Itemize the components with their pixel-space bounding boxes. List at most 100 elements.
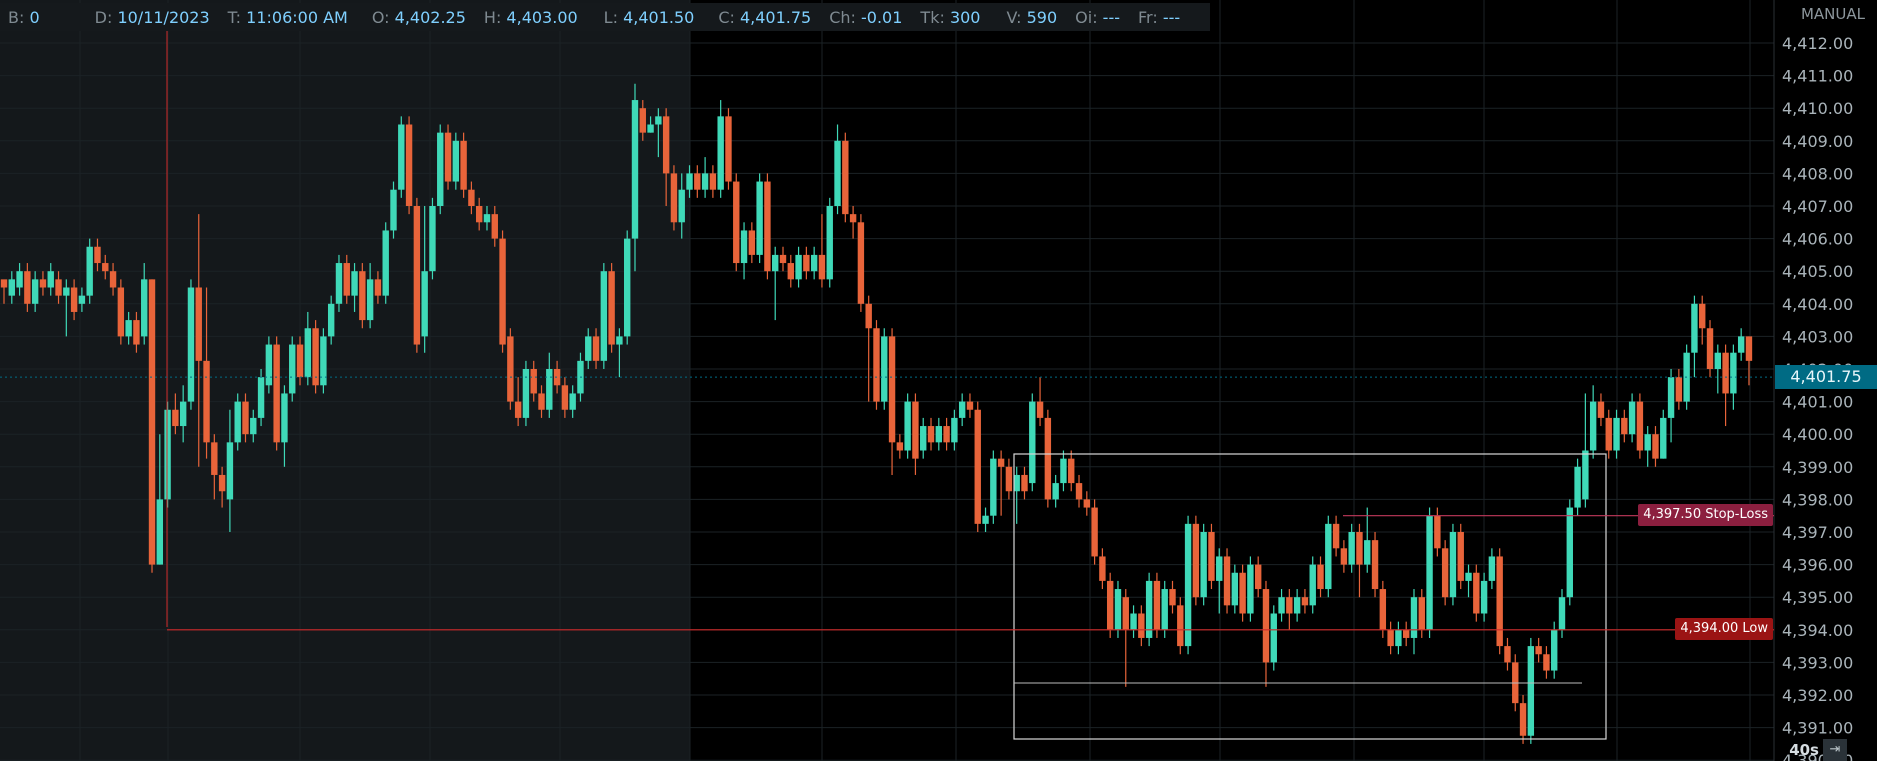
candle-bearish	[803, 246, 810, 280]
candle-bullish	[1052, 474, 1059, 508]
candle-bearish	[748, 222, 756, 264]
mode-label[interactable]: MANUAL	[1801, 5, 1865, 23]
candle-bullish	[810, 246, 818, 280]
candle-bullish	[701, 157, 709, 198]
price-axis-label: 4,393.00	[1782, 653, 1853, 672]
info-field: Tk: 300	[920, 8, 980, 27]
candle-bullish	[1184, 515, 1192, 655]
info-field: Oi: ---	[1075, 8, 1120, 27]
candle-bearish	[1621, 409, 1628, 443]
candlestick-chart[interactable]: 4,412.00 4,411.00 4,410.00 4,409.00 4,408.00…	[0, 0, 1877, 761]
price-axis-label: 4,394.00	[1782, 621, 1853, 640]
info-field-value: 11:06:00 AM	[246, 7, 348, 27]
candle-bearish	[1371, 532, 1379, 598]
candle-bullish	[1667, 369, 1675, 443]
candle-bearish	[670, 165, 678, 231]
candle-bearish	[312, 320, 319, 394]
candle-bearish	[1403, 621, 1410, 647]
candle-bullish	[982, 507, 989, 532]
candle-bearish	[1605, 409, 1612, 459]
info-field-value: 4,403.00	[506, 7, 578, 27]
candle-bearish	[413, 197, 421, 353]
price-axis-label: 4,403.00	[1782, 327, 1853, 346]
candle-bullish	[1060, 450, 1067, 492]
candle-bearish	[1597, 393, 1605, 427]
price-axis-label: 4,401.00	[1782, 393, 1853, 412]
candle-bearish	[1519, 695, 1527, 744]
candle-bearish	[359, 263, 366, 329]
info-field-label: T:	[227, 7, 247, 27]
candle-bearish	[460, 132, 467, 198]
price-axis-label: 4,391.00	[1782, 719, 1853, 738]
price-axis-label: 4,395.00	[1782, 588, 1853, 607]
candle-bearish	[943, 417, 950, 451]
candle-bearish	[507, 328, 514, 410]
price-axis-label: 4,412.00	[1782, 34, 1853, 53]
candle-bearish	[912, 393, 919, 475]
candle-bullish	[717, 100, 724, 198]
candle-bullish	[1145, 572, 1153, 647]
info-field: C: 4,401.75	[718, 8, 811, 27]
candle-bullish	[958, 393, 966, 427]
info-field-value: 4,402.25	[394, 7, 466, 27]
info-field: V: 590	[1006, 8, 1057, 27]
candle-bullish	[86, 238, 93, 304]
candle-bullish	[1130, 605, 1137, 638]
candle-bullish	[1613, 409, 1620, 459]
candle-bullish	[951, 409, 958, 451]
candle-bearish	[273, 336, 280, 451]
info-field-value: 0	[29, 7, 40, 27]
price-axis-label: 4,405.00	[1782, 262, 1853, 281]
candle-bullish	[990, 450, 997, 524]
candle-bearish	[1675, 369, 1683, 410]
candle-bearish	[1254, 556, 1262, 598]
price-axis-label: 4,404.00	[1782, 295, 1853, 314]
chart-area[interactable]: 4,412.00 4,411.00 4,410.00 4,409.00 4,408.00…	[0, 0, 1877, 761]
candle-bullish	[772, 246, 779, 321]
stop-loss-order-label[interactable]: 4,397.50 Stop-Loss	[1638, 503, 1773, 526]
candle-bullish	[1029, 393, 1036, 492]
info-field-value: -0.01	[861, 7, 903, 27]
candle-bearish	[966, 393, 974, 418]
candle-bearish	[1169, 580, 1176, 614]
candle-bullish	[1589, 385, 1597, 459]
candle-bearish	[888, 328, 896, 475]
candle-bearish	[1138, 605, 1145, 647]
price-axis-label: 4,408.00	[1782, 164, 1853, 183]
candle-bullish	[1200, 523, 1207, 606]
info-field-label: Oi:	[1075, 7, 1103, 27]
candle-bearish	[1706, 320, 1714, 378]
price-axis-label: 4,392.00	[1782, 686, 1853, 705]
candle-bearish	[787, 254, 794, 288]
candle-bearish	[1153, 572, 1161, 638]
info-field: B: 0	[8, 8, 40, 27]
info-field: H: 4,403.00	[484, 8, 578, 27]
candle-bearish	[1177, 597, 1184, 655]
candle-bullish	[1465, 564, 1472, 598]
candle-bearish	[857, 214, 865, 312]
price-axis-label: 4,400.00	[1782, 425, 1853, 444]
low-price-label[interactable]: 4,394.00 Low	[1675, 617, 1773, 640]
candle-bullish	[1247, 556, 1254, 622]
candle-bullish	[834, 124, 841, 215]
candle-bullish	[1714, 344, 1721, 394]
info-field-value: 4,401.75	[739, 7, 812, 27]
price-axis-label: 4,398.00	[1782, 490, 1853, 509]
candle-bearish	[1122, 589, 1129, 687]
candle-bullish	[437, 124, 444, 215]
candle-bullish	[320, 328, 327, 394]
collapse-arrow-icon[interactable]: ⇥	[1823, 739, 1847, 761]
candle-bearish	[725, 108, 732, 190]
candle-bearish	[405, 116, 413, 215]
candle-bearish	[865, 295, 872, 402]
candle-bearish	[499, 230, 506, 353]
candle-bearish	[1441, 540, 1449, 606]
price-axis-label: 4,396.00	[1782, 556, 1853, 575]
info-field-label: V:	[1006, 7, 1027, 27]
price-axis-label: 4,411.00	[1782, 67, 1853, 86]
candle-bearish	[1044, 409, 1052, 508]
candle-bullish	[452, 132, 460, 190]
price-axis-label: 4,407.00	[1782, 197, 1853, 216]
candle-bearish	[1722, 344, 1729, 427]
candle-bearish	[1091, 499, 1098, 565]
